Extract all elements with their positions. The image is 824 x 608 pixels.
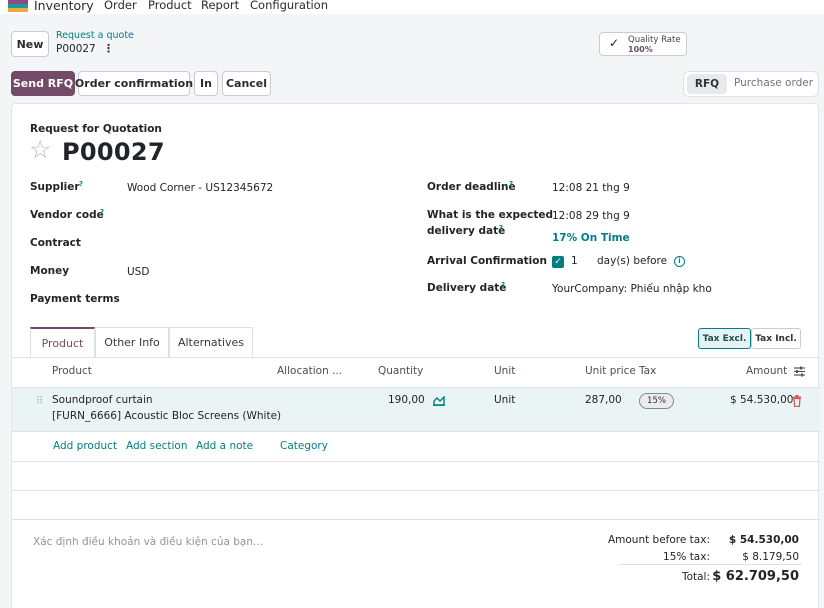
supplier-field[interactable]: Wood Corner - US12345672: [127, 182, 273, 194]
expected-date-label-line2: delivery date: [427, 225, 506, 237]
table-bottom-divider: [12, 519, 820, 520]
send-rfq-button[interactable]: Send RFQ: [11, 71, 75, 96]
arrival-confirmation-label: Arrival Confirmation: [427, 255, 547, 267]
help-icon[interactable]: ?: [100, 208, 104, 216]
col-unit[interactable]: Unit: [494, 365, 515, 377]
arrival-checkbox[interactable]: ✓: [552, 256, 564, 268]
contract-label: Contract: [30, 237, 81, 249]
quality-rate-button[interactable]: ✓ Quality Rate 100%: [599, 32, 687, 56]
quality-rate-value: 100%: [628, 45, 653, 54]
drag-handle-icon[interactable]: ⠿: [36, 396, 43, 407]
expected-date-field[interactable]: 12:08 29 thg 9: [552, 210, 630, 222]
inventory-app-icon[interactable]: [8, 0, 28, 12]
category-link[interactable]: Category: [280, 440, 328, 452]
help-icon[interactable]: ?: [499, 224, 503, 232]
top-navbar: Inventory Order Product Report Configura…: [0, 0, 824, 14]
row-unit[interactable]: Unit: [494, 394, 515, 406]
add-note-link[interactable]: Add a note: [196, 440, 253, 452]
tax-excl-button[interactable]: Tax Excl.: [698, 328, 751, 349]
help-icon[interactable]: ?: [79, 180, 83, 188]
star-icon[interactable]: ☆: [29, 137, 51, 162]
form-sheet: Request for Quotation ☆ P00027 Supplier …: [11, 103, 820, 608]
row-unit-price[interactable]: 287,00: [585, 394, 622, 406]
col-unit-price[interactable]: Unit price: [585, 365, 636, 377]
delivery-location-field[interactable]: YourCompany: Phiếu nhập kho: [552, 283, 712, 295]
total-label: Total:: [681, 571, 710, 583]
menu-configuration[interactable]: Configuration: [250, 0, 328, 12]
app-name[interactable]: Inventory: [34, 0, 94, 13]
col-allocation[interactable]: Allocation ...: [277, 365, 342, 377]
tab-divider: [12, 357, 820, 358]
terms-conditions-field[interactable]: Xác định điều khoản và điều kiện của bạn…: [33, 536, 263, 548]
check-icon: ✓: [609, 36, 620, 50]
arrival-days-field[interactable]: 1: [571, 255, 578, 267]
menu-report[interactable]: Report: [201, 0, 239, 12]
status-purchase-order[interactable]: Purchase order: [734, 77, 813, 89]
column-options-icon[interactable]: [794, 366, 805, 377]
row-divider: [12, 490, 820, 491]
row-product-name[interactable]: Soundproof curtain: [52, 394, 153, 406]
delivery-date-label: Delivery date: [427, 282, 507, 294]
form-title: Request for Quotation: [30, 123, 162, 135]
row-tax-badge[interactable]: 15%: [639, 393, 674, 409]
tab-product[interactable]: Product: [30, 327, 95, 358]
tab-other-info[interactable]: Other Info: [95, 327, 169, 357]
menu-product[interactable]: Product: [148, 0, 192, 12]
cancel-button[interactable]: Cancel: [222, 71, 271, 96]
vendor-code-label: Vendor code: [30, 209, 104, 221]
info-icon[interactable]: i: [674, 256, 685, 267]
col-tax[interactable]: Tax: [639, 365, 656, 377]
breadcrumb-current: P00027: [56, 43, 96, 55]
totals-divider: [619, 564, 802, 565]
tax-value: $ 8.179,50: [742, 551, 799, 563]
payment-terms-label: Payment terms: [30, 293, 120, 305]
order-name: P00027: [62, 138, 165, 166]
breadcrumb-parent[interactable]: Request a quote: [56, 30, 134, 41]
row-divider: [12, 461, 820, 462]
add-product-link[interactable]: Add product: [53, 440, 117, 452]
col-amount[interactable]: Amount: [746, 365, 787, 377]
order-confirmation-button[interactable]: Order confirmation: [75, 71, 193, 96]
on-time-rate: 17% On Time: [552, 232, 630, 244]
row-amount: $ 54.530,00: [730, 394, 794, 406]
status-rfq[interactable]: RFQ: [687, 74, 727, 94]
tab-alternatives[interactable]: Alternatives: [169, 327, 253, 357]
col-product[interactable]: Product: [52, 365, 92, 377]
money-label: Money: [30, 265, 70, 277]
tax-label: 15% tax:: [663, 551, 710, 563]
arrival-days-suffix: day(s) before: [597, 255, 668, 267]
forecast-chart-icon[interactable]: [433, 396, 445, 406]
row-quantity[interactable]: 190,00: [388, 394, 425, 406]
currency-field[interactable]: USD: [127, 266, 149, 278]
order-deadline-label: Order deadline: [427, 181, 516, 193]
gear-menu-icon[interactable]: ⋮: [103, 42, 114, 55]
help-icon[interactable]: ?: [501, 281, 505, 289]
order-deadline-field[interactable]: 12:08 21 thg 9: [552, 182, 630, 194]
total-value: $ 62.709,50: [712, 569, 799, 584]
expected-date-label-line1: What is the expected: [427, 209, 554, 221]
col-quantity[interactable]: Quantity: [378, 365, 423, 377]
menu-order[interactable]: Order: [104, 0, 137, 12]
status-bar: RFQ Purchase order: [683, 71, 819, 97]
amount-before-tax-label: Amount before tax:: [607, 534, 710, 546]
supplier-label: Supplier: [30, 181, 80, 193]
help-icon[interactable]: ?: [509, 180, 513, 188]
amount-before-tax-value: $ 54.530,00: [728, 534, 799, 546]
trash-icon[interactable]: [792, 395, 802, 407]
new-button[interactable]: New: [11, 31, 49, 57]
print-button[interactable]: In: [194, 71, 218, 96]
add-section-link[interactable]: Add section: [126, 440, 187, 452]
tax-incl-button[interactable]: Tax Incl.: [751, 328, 801, 349]
row-product-description[interactable]: [FURN_6666] Acoustic Bloc Screens (White…: [52, 410, 281, 422]
quality-rate-label: Quality Rate: [628, 35, 681, 45]
